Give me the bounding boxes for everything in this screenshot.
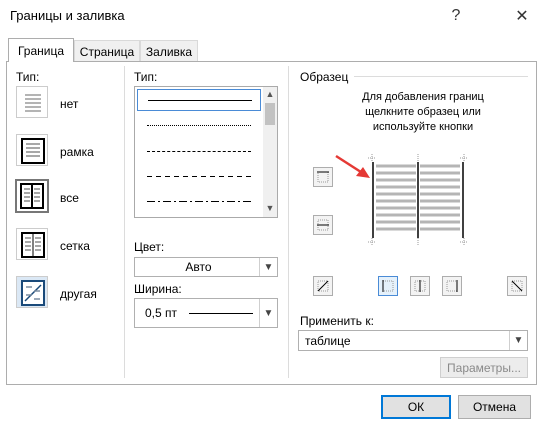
style-item-dashed[interactable] [147, 176, 251, 177]
preview-sample[interactable] [366, 152, 470, 248]
red-arrow-icon [335, 154, 370, 178]
style-item-dash-dot[interactable] [147, 201, 251, 202]
setting-all-label: все [60, 191, 79, 205]
style-listbox[interactable]: ▲ ▼ [134, 86, 278, 218]
width-dropdown[interactable]: 0,5 пт ▼ [134, 298, 278, 328]
setting-grid[interactable]: сетка [16, 228, 116, 264]
ok-button-label: ОК [407, 400, 425, 414]
setting-grid-label: сетка [60, 239, 90, 253]
setting-custom-label: другая [60, 287, 97, 301]
scroll-up-icon[interactable]: ▲ [263, 89, 277, 99]
setting-box-label: рамка [60, 145, 94, 159]
border-diagonal-up-button[interactable] [313, 276, 333, 296]
width-line-sample [189, 312, 254, 314]
border-top-button[interactable] [313, 167, 333, 187]
apply-to-dropdown[interactable]: таблице ▼ [298, 330, 528, 351]
setting-custom-icon [16, 276, 48, 308]
style-label: Тип: [134, 70, 158, 84]
scroll-thumb[interactable] [265, 103, 275, 125]
setting-grid-icon [16, 228, 48, 260]
preview-group-line [354, 76, 528, 77]
options-button-label: Параметры... [447, 360, 521, 375]
separator-right [288, 66, 289, 378]
border-right-button[interactable] [442, 276, 462, 296]
preview-group-label: Образец [300, 70, 349, 84]
setting-box[interactable]: рамка [16, 134, 116, 170]
cancel-button-label: Отмена [472, 400, 517, 414]
setting-none-label: нет [60, 97, 79, 111]
color-dropdown[interactable]: Авто ▼ [134, 257, 278, 277]
apply-to-value: таблице [305, 333, 351, 348]
preview-hint-line3: используйте кнопки [372, 121, 474, 133]
chevron-down-icon: ▼ [259, 299, 277, 327]
setting-box-icon [16, 134, 48, 166]
preview-hint: Для добавления границ щелкните образец и… [338, 90, 508, 135]
border-inside-vertical-button[interactable] [410, 276, 430, 296]
style-scrollbar[interactable]: ▲ ▼ [263, 87, 277, 217]
style-item-solid[interactable] [137, 89, 261, 111]
width-value: 0,5 пт [145, 306, 178, 320]
help-icon: ? [451, 7, 461, 24]
tab-border[interactable]: Граница [8, 38, 74, 62]
style-item-dashed-small[interactable] [147, 151, 251, 152]
window-title: Границы и заливка [10, 8, 125, 23]
setting-custom[interactable]: другая [16, 276, 116, 312]
style-item-dotted[interactable] [147, 125, 251, 126]
preview-hint-line2: щелкните образец или [365, 106, 481, 118]
border-diagonal-down-button[interactable] [507, 276, 527, 296]
color-value: Авто [185, 260, 212, 274]
tab-border-label: Граница [17, 43, 65, 58]
options-button[interactable]: Параметры... [440, 357, 528, 378]
width-label: Ширина: [134, 282, 182, 296]
solid-line [148, 100, 252, 101]
setting-all-icon [16, 180, 48, 212]
color-label: Цвет: [134, 240, 165, 254]
border-inside-horizontal-button[interactable] [313, 215, 333, 235]
close-icon: ✕ [515, 8, 529, 25]
setting-none-icon [16, 86, 48, 118]
preview-hint-line1: Для добавления границ [362, 91, 484, 103]
scroll-down-icon[interactable]: ▼ [263, 203, 277, 213]
separator-left [124, 66, 125, 378]
chevron-down-icon: ▼ [509, 331, 527, 350]
tab-shading[interactable]: Заливка [140, 40, 198, 62]
ok-button[interactable]: ОК [381, 395, 451, 419]
tab-page-label: Страница [79, 44, 135, 59]
chevron-down-icon: ▼ [259, 258, 277, 276]
border-left-button[interactable] [378, 276, 398, 296]
help-button[interactable]: ? [440, 2, 472, 30]
tab-page[interactable]: Страница [74, 40, 140, 62]
setting-none[interactable]: нет [16, 86, 116, 122]
setting-label: Тип: [16, 70, 40, 84]
cancel-button[interactable]: Отмена [458, 395, 531, 419]
tab-shading-label: Заливка [145, 44, 193, 59]
close-button[interactable]: ✕ [506, 2, 538, 30]
apply-to-label: Применить к: [300, 314, 374, 328]
setting-all[interactable]: все [16, 180, 116, 216]
